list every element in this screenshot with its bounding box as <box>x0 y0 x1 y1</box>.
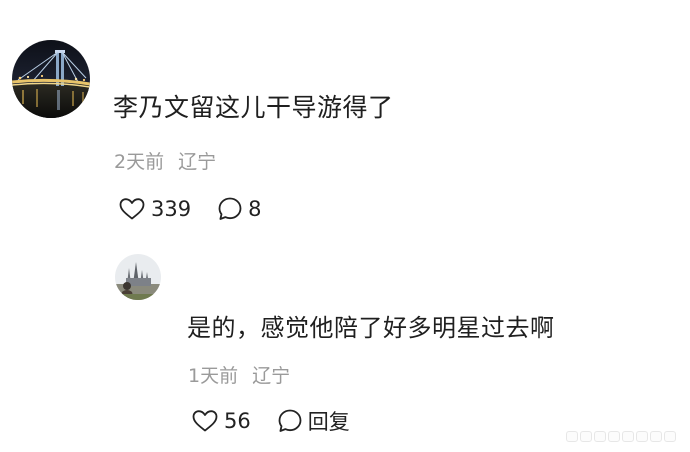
comment-thread: 李乃文留这儿干导游得了 2天前 辽宁 339 8 是的，感觉他陪了好多明星过去啊… <box>0 0 690 452</box>
speech-bubble-icon <box>278 409 302 432</box>
reply-like-button[interactable]: 56 <box>191 409 251 433</box>
like-button[interactable]: 339 <box>118 197 191 221</box>
watermark <box>566 431 676 442</box>
comment-time: 2天前 <box>114 151 165 173</box>
heart-icon <box>192 410 218 432</box>
comment-text: 李乃文留这儿干导游得了 <box>113 93 394 122</box>
comment-actions: 339 8 <box>118 194 261 224</box>
reply-reply-button[interactable]: 回复 <box>277 406 350 436</box>
speech-bubble-icon <box>218 197 242 220</box>
castle-avatar-icon <box>115 254 161 300</box>
bridge-night-avatar-icon <box>12 40 90 118</box>
reply-count: 8 <box>248 197 262 221</box>
reply-location: 辽宁 <box>252 365 291 387</box>
commenter-avatar[interactable] <box>12 40 90 118</box>
reply-time: 1天前 <box>188 365 239 387</box>
reply-text: 是的，感觉他陪了好多明星过去啊 <box>187 314 555 342</box>
reply-label: 回复 <box>307 410 350 434</box>
heart-icon <box>119 198 145 220</box>
like-count: 339 <box>151 197 192 221</box>
reply-avatar[interactable] <box>115 254 161 300</box>
reply-like-count: 56 <box>224 409 251 433</box>
comment-meta: 2天前 辽宁 <box>114 147 216 174</box>
reply-button[interactable]: 8 <box>217 196 261 222</box>
comment-location: 辽宁 <box>178 151 217 173</box>
reply-actions: 56 回复 <box>191 406 350 436</box>
reply-meta: 1天前 辽宁 <box>188 361 290 388</box>
